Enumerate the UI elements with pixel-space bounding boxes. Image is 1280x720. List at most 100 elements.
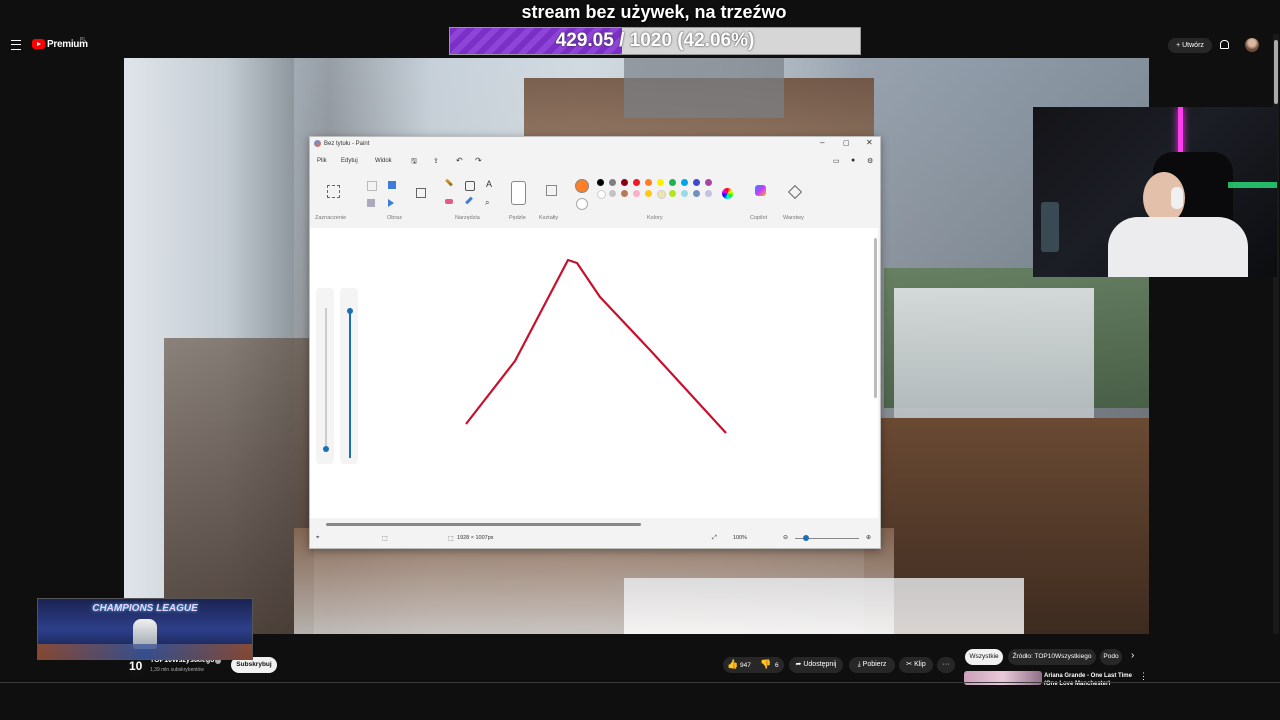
recommendation-menu-icon[interactable]: ⋮ [1139, 671, 1148, 682]
section-label-layers: Warstwy [783, 215, 804, 221]
palette-swatch[interactable] [657, 179, 664, 186]
paint-app-icon [314, 140, 321, 147]
paint-canvas[interactable] [310, 228, 878, 526]
comments-icon[interactable]: ▭ [833, 157, 840, 165]
palette-swatch[interactable] [681, 179, 688, 186]
palette-swatch[interactable] [597, 179, 604, 186]
scrollbar-thumb[interactable] [1274, 40, 1278, 104]
shapes-icon[interactable] [546, 185, 557, 196]
chip-all[interactable]: Wszystkie [965, 649, 1003, 665]
menu-edit[interactable]: Edytuj [341, 158, 358, 164]
edit-colors-icon[interactable] [722, 188, 733, 199]
champions-league-title: CHAMPIONS LEAGUE [92, 603, 198, 614]
minimize-button[interactable]: – [820, 138, 824, 147]
palette-swatch[interactable] [693, 179, 700, 186]
resize-icon[interactable] [367, 199, 375, 207]
zoom-slider-thumb[interactable] [803, 535, 809, 541]
zoom-level-select[interactable]: 100% [733, 535, 747, 541]
dislike-count[interactable]: 6 [775, 662, 779, 669]
save-icon[interactable]: 🖫 [411, 157, 417, 168]
share-button[interactable]: ➦ Udostępnij [789, 657, 843, 673]
menu-icon[interactable] [11, 40, 21, 50]
palette-swatch[interactable] [669, 179, 676, 186]
stream-title-overlay: stream bez używek, na trzeźwo [521, 2, 787, 22]
flip-icon[interactable] [388, 199, 394, 207]
subscriber-count: 1,39 mln subskrybentów [150, 667, 204, 673]
brushes-icon[interactable] [511, 181, 526, 205]
close-button[interactable]: ✕ [866, 138, 873, 147]
palette-swatch[interactable] [705, 179, 712, 186]
account-icon[interactable]: ● [851, 157, 855, 164]
copilot-icon[interactable] [755, 185, 766, 196]
video-scene-structure [164, 338, 314, 634]
canvas-scrollbar-horizontal[interactable] [326, 523, 641, 526]
primary-color-swatch[interactable] [575, 179, 589, 193]
chip-source[interactable]: Źródło: TOP10Wszystkiego [1008, 649, 1096, 665]
palette-swatch[interactable] [609, 190, 616, 197]
fit-to-window-icon[interactable]: ⤢ [712, 535, 717, 542]
eraser-icon[interactable] [445, 199, 453, 204]
selection-tool-icon[interactable] [327, 185, 340, 198]
image-select-icon[interactable] [416, 188, 426, 198]
redo-icon[interactable]: ↷ [475, 156, 482, 165]
canvas-size-icon: ⬚ [448, 536, 454, 542]
secondary-color-swatch[interactable] [576, 198, 588, 210]
canvas-scrollbar-vertical[interactable] [874, 238, 877, 398]
zoom-in-icon[interactable]: ⊕ [866, 534, 871, 541]
paint-titlebar[interactable]: Bez tytułu - Paint – ▢ ✕ [310, 137, 880, 151]
palette-swatch[interactable] [633, 179, 640, 186]
section-label-image: Obraz [387, 215, 402, 221]
share-icon[interactable]: ⇪ [433, 157, 439, 165]
palette-swatch[interactable] [633, 190, 640, 197]
palette-swatch[interactable] [669, 190, 676, 197]
menu-file[interactable]: Plik [317, 158, 327, 164]
paint-window-title: Bez tytułu - Paint [324, 141, 370, 147]
account-avatar[interactable] [1245, 38, 1259, 52]
recommendation-title[interactable]: Ariana Grande - One Last Time (One Love … [1044, 672, 1140, 685]
clip-label: Klip [914, 661, 926, 668]
download-label: Pobierz [862, 661, 887, 668]
section-label-colors: Kolory [647, 215, 663, 221]
create-label: Utwórz [1182, 42, 1204, 49]
pencil-icon[interactable] [445, 178, 453, 187]
rotate-icon[interactable] [388, 181, 396, 189]
color-picker-icon[interactable] [465, 196, 473, 205]
notifications-bell-icon[interactable] [1220, 40, 1229, 49]
like-count[interactable]: 947 [740, 662, 751, 669]
download-button[interactable]: ⤓ Pobierz [849, 657, 895, 673]
palette-swatch[interactable] [621, 190, 628, 197]
like-icon[interactable]: 👍 [727, 659, 738, 670]
crop-icon[interactable] [367, 181, 377, 191]
settings-icon[interactable]: ⚙ [867, 157, 873, 165]
palette-swatch[interactable] [609, 179, 616, 186]
magnifier-icon[interactable]: ⌕ [485, 198, 489, 208]
text-tool-icon[interactable]: A [486, 179, 492, 189]
palette-swatch[interactable] [597, 190, 606, 199]
palette-swatch[interactable] [681, 190, 688, 197]
zoom-out-icon[interactable]: ⊖ [783, 534, 788, 541]
palette-swatch[interactable] [705, 190, 712, 197]
palette-swatch[interactable] [645, 179, 652, 186]
palette-swatch[interactable] [693, 190, 700, 197]
maximize-button[interactable]: ▢ [843, 139, 850, 147]
layers-icon[interactable] [787, 184, 803, 200]
youtube-logo-icon[interactable] [32, 39, 45, 49]
undo-icon[interactable]: ↶ [456, 156, 463, 165]
palette-swatch[interactable] [621, 179, 628, 186]
menu-view[interactable]: Widok [375, 158, 392, 164]
clip-button[interactable]: ✂ Klip [899, 657, 933, 673]
palette-swatch[interactable] [645, 190, 652, 197]
webcam-overlay [1033, 107, 1277, 277]
create-button[interactable]: + Utwórz [1168, 38, 1212, 53]
drawing-layer [465, 258, 727, 434]
dislike-icon[interactable]: 👎 [760, 659, 771, 670]
palette-swatch[interactable] [657, 190, 666, 199]
chips-next-icon[interactable]: › [1131, 650, 1134, 661]
selection-size-icon: ⬚ [382, 536, 388, 542]
cursor-position-icon: ⌖ [316, 535, 320, 541]
paint-window[interactable]: Bez tytułu - Paint – ▢ ✕ Plik Edytuj Wid… [309, 136, 881, 549]
webcam-green-leds [1228, 182, 1277, 188]
fill-icon[interactable] [465, 181, 475, 191]
chip-related[interactable]: Podo [1100, 649, 1122, 665]
more-actions-button[interactable]: ··· [937, 657, 955, 673]
